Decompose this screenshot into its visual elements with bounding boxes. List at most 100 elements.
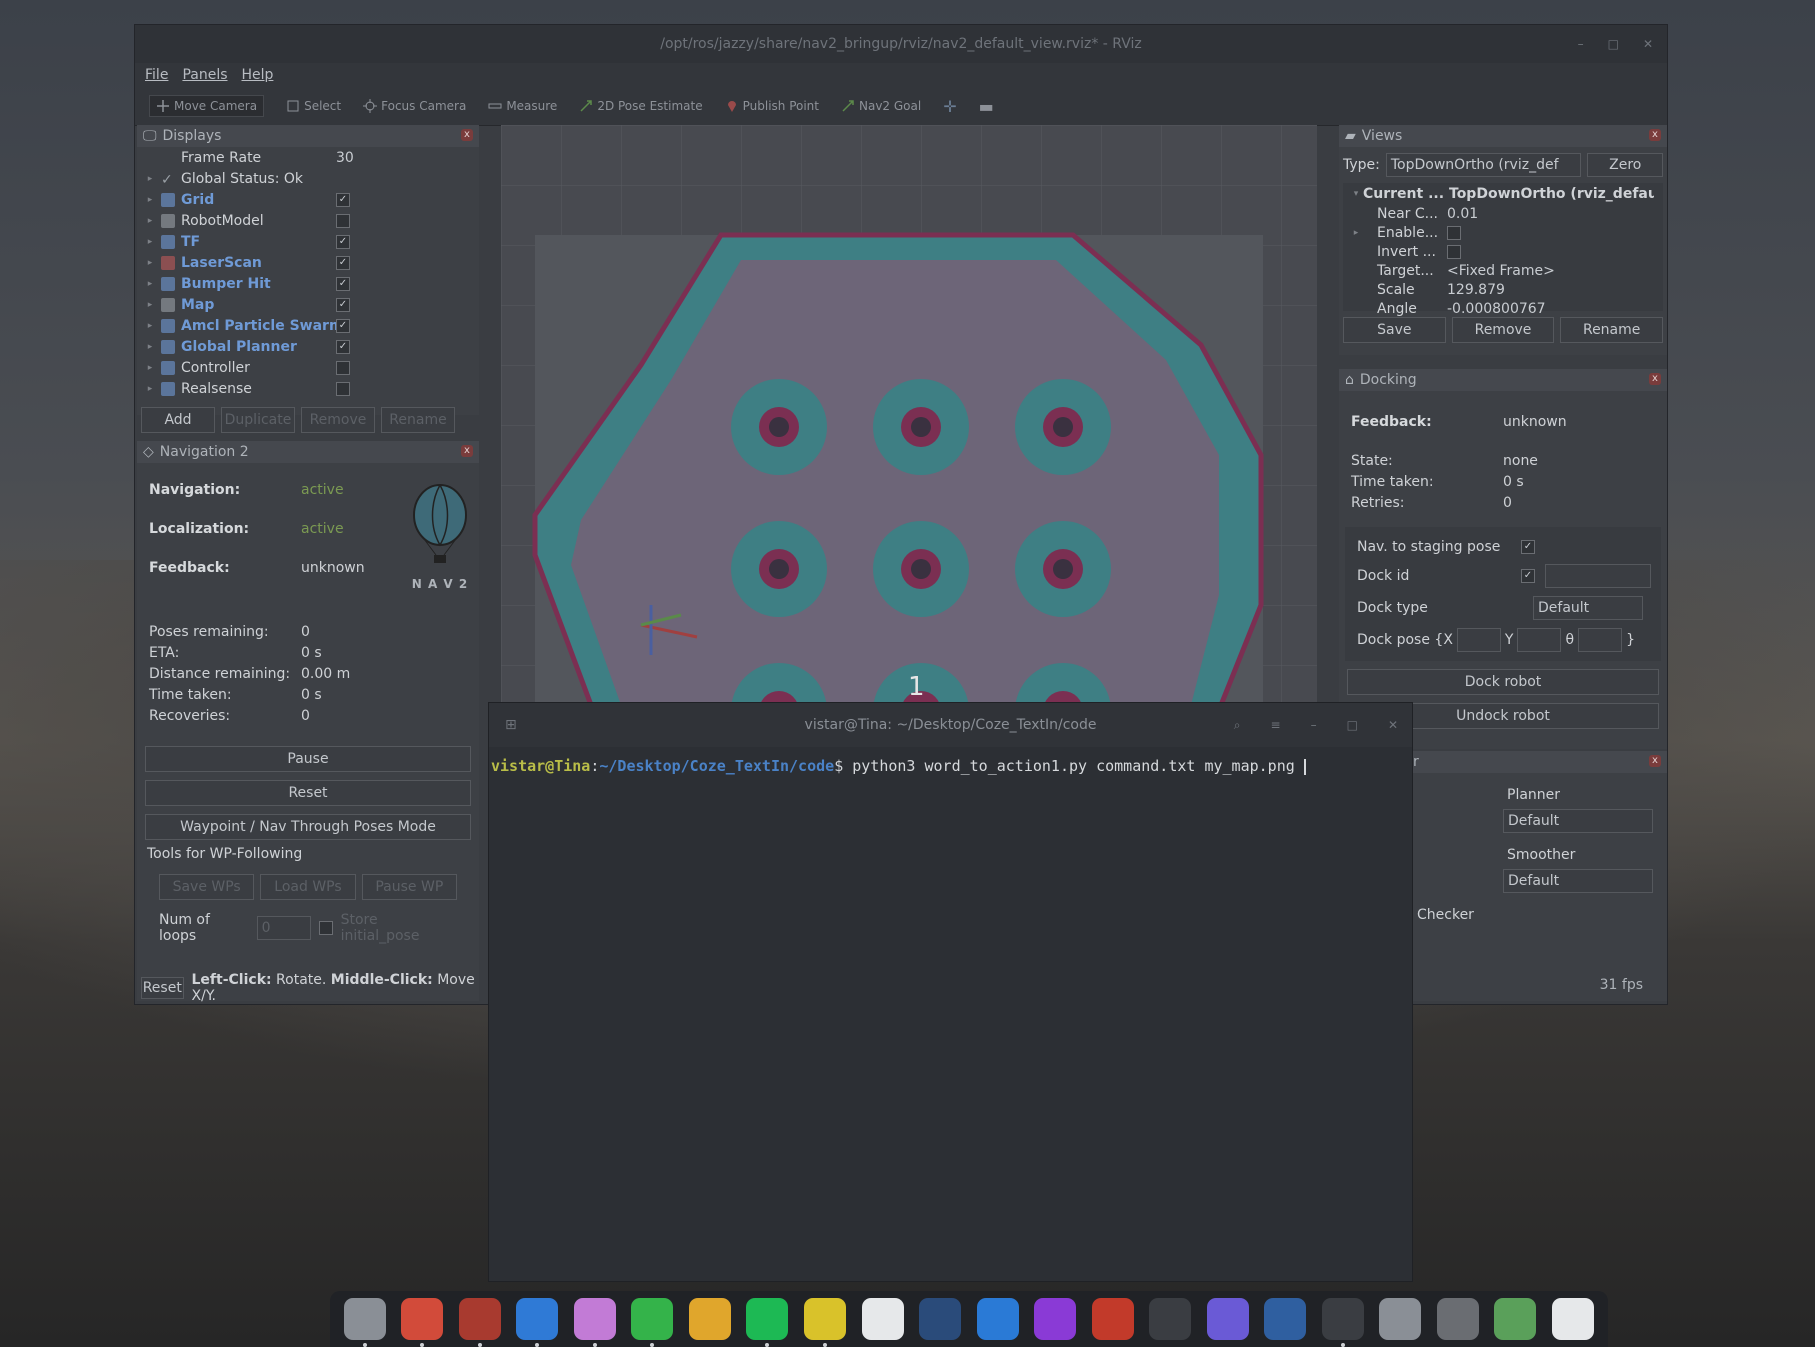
menu-panels[interactable]: Panels: [182, 67, 227, 83]
remove-tool-icon[interactable]: ▬: [979, 97, 994, 116]
display-enable-checkbox[interactable]: ✓: [336, 339, 350, 354]
add-display-button[interactable]: Add: [141, 407, 215, 433]
app-grid-red-icon[interactable]: [458, 1298, 501, 1347]
expand-arrow-icon[interactable]: ▸: [143, 258, 157, 268]
display-item-controller[interactable]: ▸ Controller: [137, 357, 479, 378]
pen-tool-icon[interactable]: [1264, 1298, 1307, 1340]
tool-select[interactable]: Select: [286, 99, 341, 113]
remove-display-button[interactable]: Remove: [301, 407, 375, 433]
dock-pose-theta-input[interactable]: [1578, 628, 1623, 652]
steam-icon[interactable]: [919, 1298, 962, 1340]
spotify-icon[interactable]: [746, 1298, 789, 1347]
duplicate-display-button[interactable]: Duplicate: [221, 407, 295, 433]
view-prop-checkbox[interactable]: [1447, 225, 1461, 240]
save-view-button[interactable]: Save: [1343, 317, 1446, 343]
view-prop-value[interactable]: 0.01: [1447, 206, 1478, 222]
display-item-global-planner[interactable]: ▸ Global Planner ✓: [137, 336, 479, 357]
display-item-amcl-particle-swarm[interactable]: ▸ Amcl Particle Swarm ✓: [137, 315, 479, 336]
display-enable-checkbox[interactable]: ✓: [336, 192, 350, 207]
close-icon[interactable]: ✕: [1388, 703, 1398, 747]
render-viewport[interactable]: 1: [501, 125, 1317, 705]
cat-app-icon[interactable]: [573, 1298, 616, 1347]
chat-app-icon[interactable]: [1206, 1298, 1249, 1340]
menu-file[interactable]: File: [145, 67, 168, 83]
close-panel-icon[interactable]: x: [1649, 129, 1661, 141]
display-item-grid[interactable]: ▸ Grid ✓: [137, 189, 479, 210]
view-prop-row[interactable]: ▸ Enable...: [1343, 223, 1663, 242]
expand-arrow-icon[interactable]: ▸: [143, 300, 157, 310]
expand-arrow-icon[interactable]: ▸: [143, 279, 157, 289]
terminal-output[interactable]: vistar@Tina:~/Desktop/Coze_TextIn/code$ …: [489, 747, 1412, 785]
music-note-icon[interactable]: [804, 1298, 847, 1347]
add-tool-icon[interactable]: ✛: [943, 97, 956, 116]
display-enable-checkbox[interactable]: ✓: [336, 234, 350, 249]
software-updater-icon[interactable]: [1436, 1298, 1479, 1340]
view-prop-value[interactable]: <Fixed Frame>: [1447, 263, 1555, 279]
dock-pose-x-input[interactable]: [1456, 628, 1501, 652]
display-enable-checkbox[interactable]: ✓: [336, 318, 350, 333]
dock-type-select[interactable]: Default: [1533, 596, 1643, 620]
dock-robot-button[interactable]: Dock robot: [1347, 669, 1659, 695]
view-prop-row[interactable]: Target... <Fixed Frame>: [1343, 261, 1663, 280]
pause-button[interactable]: Pause: [145, 746, 471, 772]
staging-pose-checkbox[interactable]: ✓: [1521, 540, 1535, 554]
tool-nav2-goal[interactable]: Nav2 Goal: [841, 99, 921, 113]
obs-icon[interactable]: [1149, 1298, 1192, 1340]
view-prop-checkbox[interactable]: [1447, 244, 1461, 259]
expand-arrow-icon[interactable]: ▸: [143, 237, 157, 247]
tool-publish-point[interactable]: Publish Point: [725, 99, 819, 113]
collapse-arrow-icon[interactable]: ▾: [1349, 189, 1363, 199]
tree-row-frame-rate[interactable]: Frame Rate 30: [137, 147, 479, 168]
num-loops-input[interactable]: 0: [256, 916, 311, 940]
pause-wp-button[interactable]: Pause WP: [361, 874, 457, 900]
terminal-window[interactable]: ⊞ vistar@Tina: ~/Desktop/Coze_TextIn/cod…: [488, 702, 1413, 1282]
close-panel-icon[interactable]: x: [1649, 755, 1661, 767]
view-prop-row[interactable]: Near C... 0.01: [1343, 204, 1663, 223]
view-prop-row[interactable]: Angle -0.000800767: [1343, 299, 1663, 318]
status-reset-button[interactable]: Reset: [141, 977, 184, 999]
expand-arrow-icon[interactable]: ▸: [143, 342, 157, 352]
tree-row-global-status[interactable]: ▸ ✓ Global Status: Ok: [137, 168, 479, 189]
view-prop-value[interactable]: -0.000800767: [1447, 301, 1546, 317]
view-type-select[interactable]: TopDownOrtho (rviz_def: [1385, 153, 1582, 177]
display-item-bumper-hit[interactable]: ▸ Bumper Hit ✓: [137, 273, 479, 294]
load-wps-button[interactable]: Load WPs: [260, 874, 356, 900]
tool-2d-pose-estimate[interactable]: 2D Pose Estimate: [579, 99, 703, 113]
display-enable-checkbox[interactable]: [336, 213, 350, 228]
view-prop-row[interactable]: Scale 129.879: [1343, 280, 1663, 299]
ubuntu-icon[interactable]: [1551, 1298, 1594, 1340]
zero-button[interactable]: Zero: [1587, 153, 1663, 177]
dock-pose-y-input[interactable]: [1517, 628, 1562, 652]
qq-penguin-icon[interactable]: [688, 1298, 731, 1340]
expand-arrow-icon[interactable]: ▸: [143, 174, 157, 184]
terminal-icon[interactable]: [1321, 1298, 1364, 1347]
maximize-icon[interactable]: □: [1347, 703, 1358, 747]
search-icon[interactable]: ⌕: [1234, 703, 1241, 747]
display-enable-checkbox[interactable]: ✓: [336, 255, 350, 270]
reset-button[interactable]: Reset: [145, 780, 471, 806]
current-view-row[interactable]: ▾ Current ... TopDownOrtho (rviz_defaul.…: [1343, 183, 1663, 204]
files-icon[interactable]: [343, 1298, 386, 1347]
display-enable-checkbox[interactable]: [336, 360, 350, 375]
expand-arrow-icon[interactable]: ▸: [143, 195, 157, 205]
rviz-titlebar[interactable]: /opt/ros/jazzy/share/nav2_bringup/rviz/n…: [135, 25, 1667, 63]
terminal-titlebar[interactable]: ⊞ vistar@Tina: ~/Desktop/Coze_TextIn/cod…: [489, 703, 1412, 747]
tool-move-camera[interactable]: Move Camera: [149, 95, 265, 117]
display-item-tf[interactable]: ▸ TF ✓: [137, 231, 479, 252]
dock-id-checkbox[interactable]: ✓: [1521, 569, 1535, 583]
close-icon[interactable]: ✕: [1643, 25, 1653, 63]
display-item-map[interactable]: ▸ Map ✓: [137, 294, 479, 315]
view-prop-value[interactable]: 129.879: [1447, 282, 1505, 298]
display-enable-checkbox[interactable]: [336, 381, 350, 396]
recycle-bin-icon[interactable]: [1494, 1298, 1537, 1340]
settings-icon[interactable]: [1379, 1298, 1422, 1340]
waypoint-mode-button[interactable]: Waypoint / Nav Through Poses Mode: [145, 814, 471, 840]
expand-arrow-icon[interactable]: ▸: [143, 216, 157, 226]
store-initial-checkbox[interactable]: [318, 921, 333, 935]
display-item-robotmodel[interactable]: ▸ RobotModel: [137, 210, 479, 231]
video-player-icon[interactable]: [861, 1298, 904, 1340]
minimize-icon[interactable]: –: [1578, 25, 1584, 63]
tool-measure[interactable]: Measure: [488, 99, 557, 113]
rename-view-button[interactable]: Rename: [1560, 317, 1664, 343]
display-item-laserscan[interactable]: ▸ LaserScan ✓: [137, 252, 479, 273]
